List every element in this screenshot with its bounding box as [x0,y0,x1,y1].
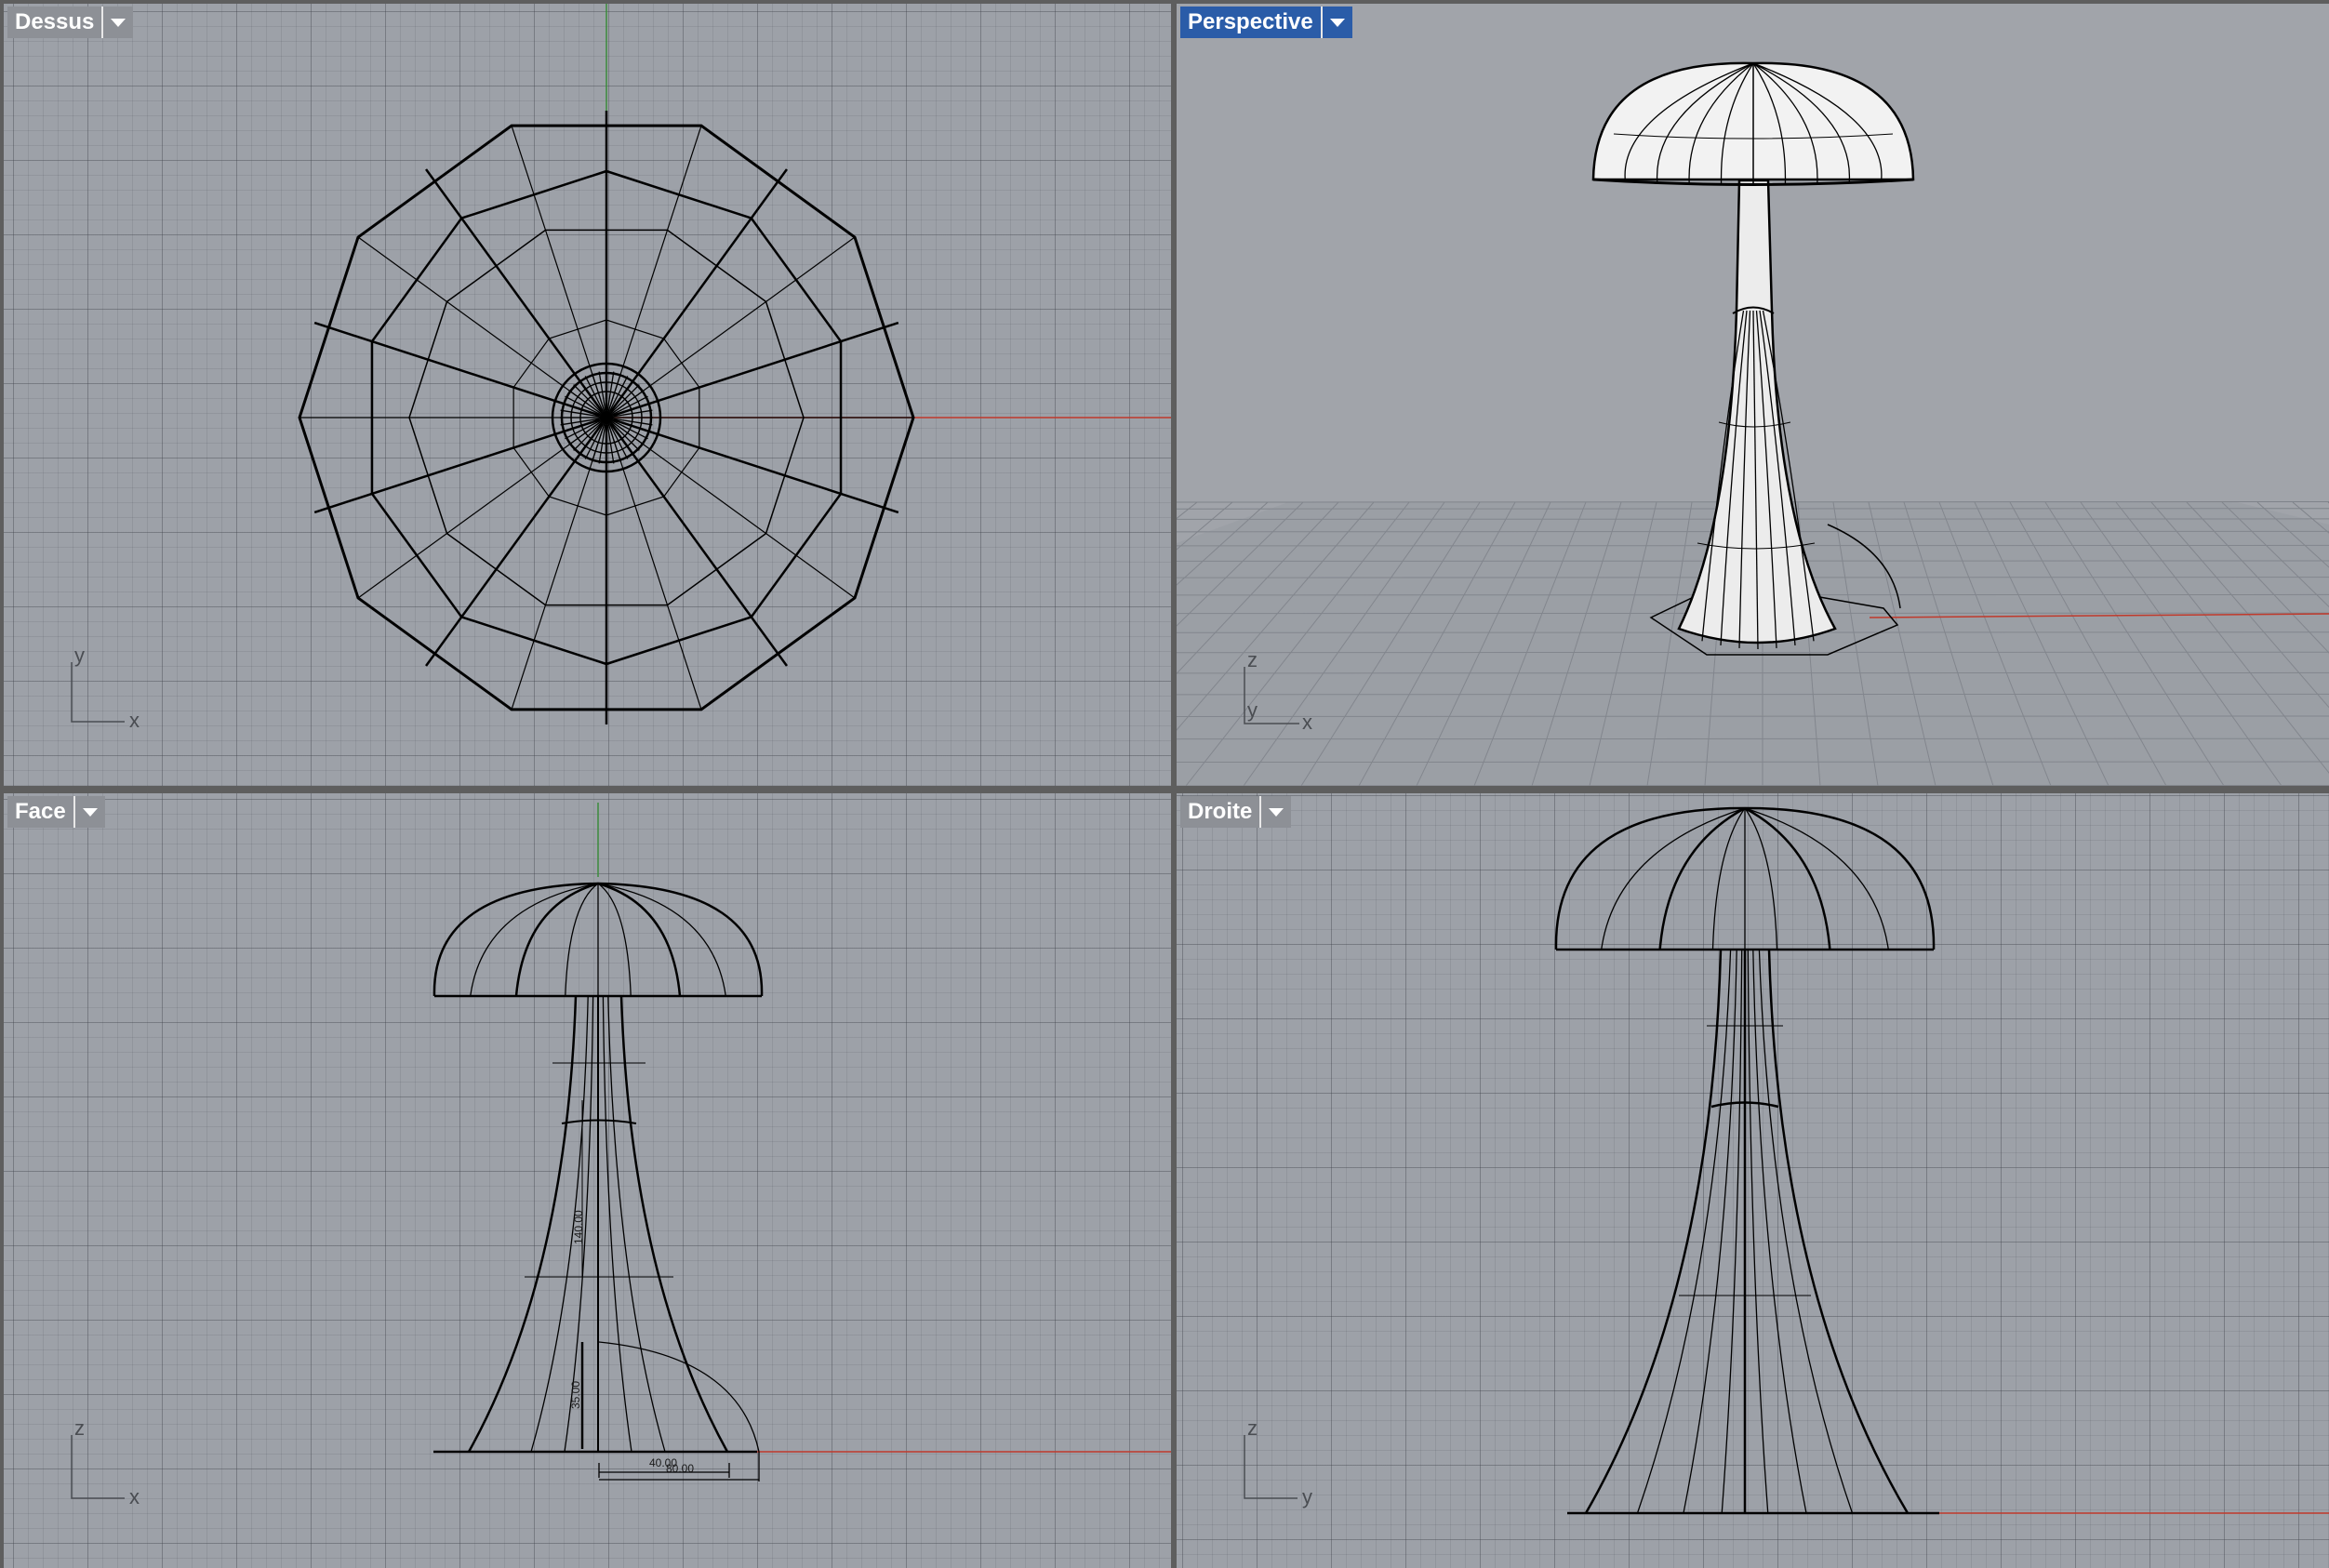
radial-spoke [425,168,604,413]
viewport-right[interactable]: z y Droite [1177,793,2329,1568]
radial-spoke [607,424,702,711]
stem-rib [1747,949,1769,1514]
axis-x-label: x [129,709,140,732]
axis-x-label: x [129,1485,140,1508]
radial-spoke [609,168,788,413]
viewport-tab-top[interactable]: Dessus [7,7,134,38]
chevron-down-icon[interactable] [73,796,105,828]
right-wireframe-model[interactable] [1554,806,1939,1515]
cap-rib [470,883,599,997]
dimension-arc [598,1341,760,1453]
axis-z-label: z [1247,648,1258,671]
viewport-title-top[interactable]: Dessus [7,7,102,38]
chevron-down-icon[interactable] [1259,796,1292,828]
radial-spoke [425,422,604,667]
top-wireframe-model[interactable] [298,111,915,724]
viewport-tab-front[interactable]: Face [7,796,105,828]
viewport-top[interactable]: y x Dessus [4,4,1171,786]
chevron-down-icon[interactable] [1320,7,1352,38]
radial-spoke [607,125,702,411]
chevron-down-icon[interactable] [101,7,134,38]
axis-y-label: y [1302,1485,1312,1508]
front-axis-indicator: z x [71,1416,140,1508]
cap-rib [514,882,599,997]
cap-rib [1711,807,1746,950]
cap-rib [597,883,726,997]
viewport-front[interactable]: 140.00 35.00 40.00 80.00 z x Face [4,793,1171,1568]
stem-rib [1721,949,1743,1514]
stem-right [1767,949,1910,1514]
dimension-height-bottom[interactable]: 35.00 [569,1381,582,1409]
radial-spoke [357,421,601,599]
axis-z-label: z [1247,1416,1258,1440]
radial-spoke [511,125,606,411]
right-axis-indicator: z y [1244,1416,1312,1508]
axis-z-label: z [74,1416,85,1440]
stem-left [1584,949,1723,1514]
front-view-canvas[interactable]: 140.00 35.00 40.00 80.00 z x [4,793,1171,1568]
cap-rib [597,882,682,997]
viewport-title-perspective[interactable]: Perspective [1180,7,1321,38]
dimension-height-top[interactable]: 140.00 [572,1210,585,1244]
stem-rib [1752,949,1807,1514]
radial-spoke [357,236,601,414]
perspective-view-canvas[interactable]: z y x [1177,4,2329,786]
cap-rib [1658,806,1746,950]
front-dimensions[interactable]: 140.00 35.00 40.00 80.00 [569,1210,694,1475]
stem-rib [602,995,632,1453]
viewport-tab-perspective[interactable]: Perspective [1180,7,1352,38]
cap-rib [1744,807,1778,950]
radial-spoke [511,424,606,711]
viewport-tab-right[interactable]: Droite [1180,796,1292,828]
dimension-width-outer[interactable]: 80.00 [666,1462,694,1475]
right-view-canvas[interactable]: z y [1177,793,2329,1568]
viewport-title-front[interactable]: Face [7,796,73,828]
cap-rib [597,883,632,997]
stem-rib [607,995,666,1453]
top-axis-indicator: y x [71,644,140,732]
front-wireframe-model[interactable] [433,882,764,1482]
stem-right [619,995,729,1453]
axis-x-label: x [1302,711,1312,734]
stem-left [467,995,578,1453]
radial-spoke [612,236,856,414]
radial-spoke [609,422,788,667]
top-view-canvas[interactable]: y x [4,4,1171,786]
axis-y-label: y [1247,698,1258,722]
cap-rib [565,883,599,997]
axis-y-label: y [74,644,85,667]
radial-spoke [612,421,856,599]
viewport-perspective[interactable]: z y x Perspective [1177,4,2329,786]
stem-rib [1683,949,1737,1514]
viewport-title-right[interactable]: Droite [1180,796,1260,828]
cap-rib [1744,806,1831,950]
